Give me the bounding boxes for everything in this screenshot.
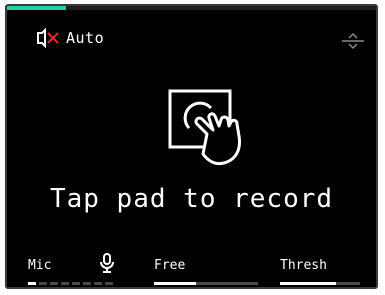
thresh-level-fill [280, 282, 336, 285]
mode-indicator[interactable]: Auto [32, 28, 104, 48]
mic-meter-segment [50, 282, 58, 285]
device-frame: Auto Tap pad to record Mic Free Thresh [0, 0, 385, 295]
mic-meter-segment [61, 282, 69, 285]
mic-meter-segment [105, 282, 113, 285]
record-prompt: Tap pad to record [49, 184, 334, 214]
free-level-bar[interactable] [154, 282, 258, 285]
device-screen: Auto Tap pad to record Mic Free Thresh [5, 4, 378, 289]
recording-progress-fill [7, 6, 67, 10]
thresh-level-bar[interactable] [280, 282, 360, 285]
recording-progress-track [7, 6, 376, 10]
mic-meter-segment [72, 282, 80, 285]
mic-meter-segment [39, 282, 47, 285]
speaker-muted-icon[interactable] [32, 28, 60, 48]
mic-meter-segment [83, 282, 91, 285]
range-arrows-icon[interactable] [340, 32, 366, 50]
free-label: Free [154, 258, 186, 273]
microphone-icon [100, 253, 114, 273]
mic-meter-segment [94, 282, 102, 285]
free-level-fill [154, 282, 196, 285]
mic-label: Mic [28, 258, 52, 273]
mic-meter-segment [28, 282, 36, 285]
mic-level-meter [28, 282, 113, 285]
thresh-label: Thresh [280, 258, 327, 273]
mode-label: Auto [66, 29, 105, 47]
tap-pad-icon[interactable] [167, 88, 265, 170]
